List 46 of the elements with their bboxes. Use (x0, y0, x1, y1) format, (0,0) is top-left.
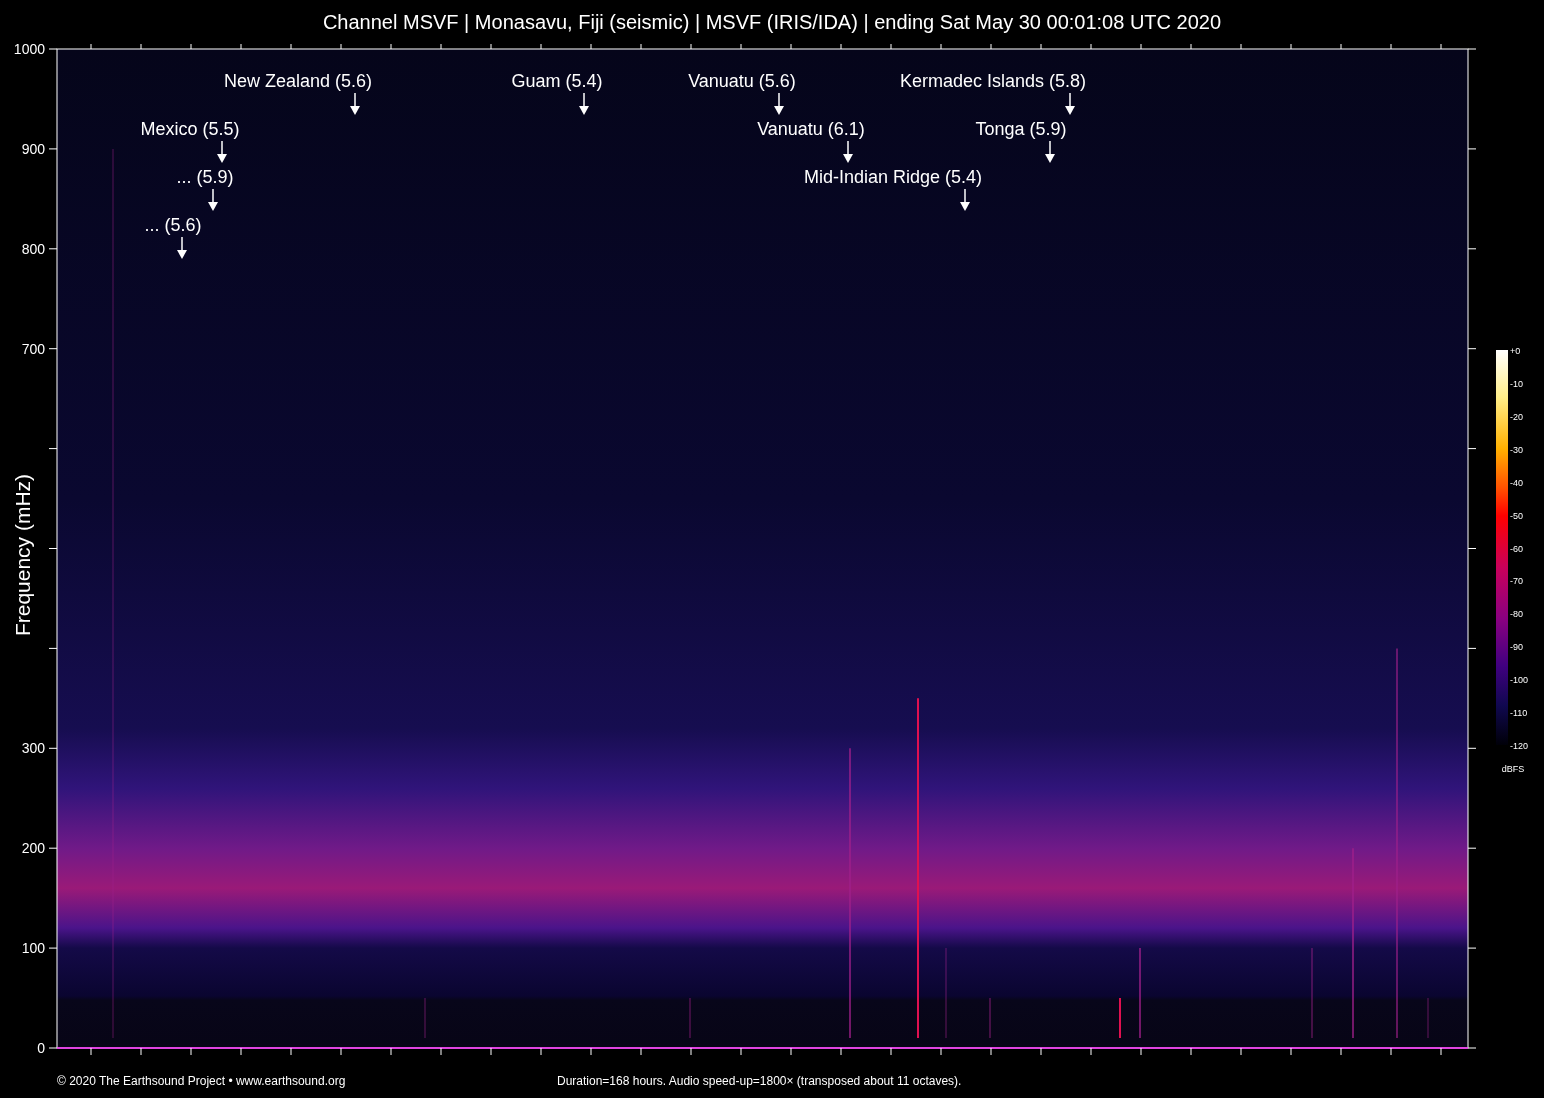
axis-tick-label: 0 (37, 1040, 45, 1056)
colorbar-tick-label: -50 (1510, 510, 1523, 521)
down-arrow (579, 92, 589, 115)
down-arrow (350, 92, 360, 115)
colorbar-tick-label: -100 (1510, 675, 1528, 686)
axis-tick-label: 300 (21, 740, 45, 757)
axis-tick-label: 700 (21, 340, 45, 357)
copyright-text: © 2020 The Earthsound Project • www.earthsound.org (57, 1074, 347, 1088)
colorbar-tick-label: -70 (1510, 576, 1523, 587)
axis-title: Frequency (mHz) (11, 473, 34, 637)
colorbar-tick-label: -90 (1510, 642, 1523, 653)
event-label: ... (5.6) (144, 215, 202, 235)
axis-tick-label: 1000 (13, 44, 45, 57)
duration-note: Duration=168 hours. Audio speed-up=1800× (transposed about 11 octaves). (557, 1074, 962, 1088)
event-label: Kermadec Islands (5.8) (899, 71, 1087, 91)
event-label: Tonga (5.9) (975, 119, 1067, 139)
event-label: Mid-Indian Ridge (5.4) (803, 167, 983, 187)
down-arrow (843, 140, 853, 163)
colorbar-tick-label: -20 (1510, 411, 1523, 422)
event-label: Guam (5.4) (511, 71, 603, 91)
colorbar-tick-label: +0 (1510, 346, 1521, 356)
down-arrow (177, 236, 187, 259)
event-label: Mexico (5.5) (140, 119, 240, 139)
axis-tick-label: 200 (21, 840, 45, 857)
down-arrow (1045, 140, 1055, 163)
axis-tick-label: 100 (21, 940, 45, 957)
colorbar-tick-label: -120 (1510, 741, 1528, 751)
colorbar-tick-label: -80 (1510, 609, 1523, 620)
down-arrow (1065, 92, 1075, 115)
event-label: Vanuatu (5.6) (688, 71, 796, 91)
colorbar-tick-label: -10 (1510, 378, 1523, 389)
colorbar-tick-label: -60 (1510, 543, 1523, 554)
down-arrow (774, 92, 784, 115)
event-label: New Zealand (5.6) (223, 71, 373, 91)
down-arrow (960, 188, 970, 211)
axis-tick-label: 900 (21, 140, 45, 157)
down-arrow (217, 140, 227, 163)
colorbar-tick-label: -40 (1510, 477, 1523, 488)
down-arrow (208, 188, 218, 211)
chart-title: Channel MSVF | Monasavu, Fiji (seismic) | MSVF (IRIS/IDA) | ending Sat May 30 00:01:08 UTC 2020 (321, 9, 1223, 35)
event-label: ... (5.9) (176, 167, 234, 187)
axis-tick-label: 800 (21, 240, 45, 257)
colorbar-tick-label: -110 (1510, 708, 1528, 719)
event-label: Vanuatu (6.1) (757, 119, 865, 139)
colorbar-tick-label: -30 (1510, 444, 1523, 455)
colorbar-unit: dBFS (1501, 764, 1525, 774)
